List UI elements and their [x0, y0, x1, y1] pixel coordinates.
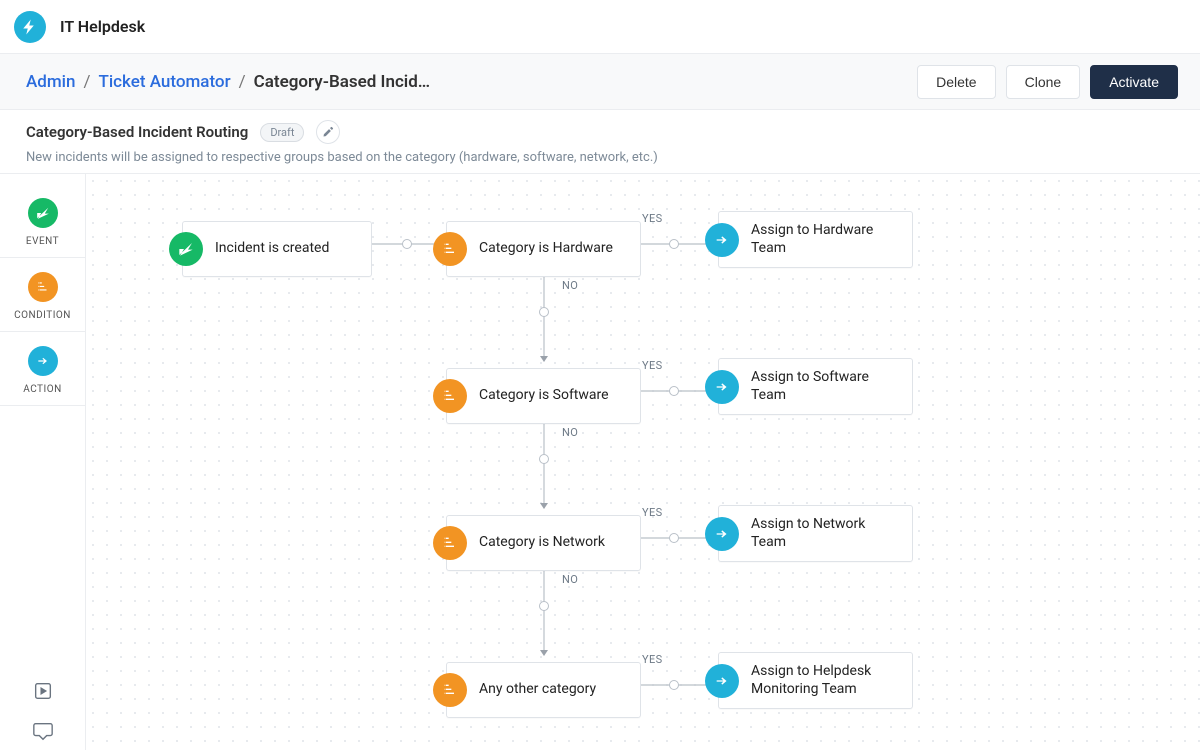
node-action-monitoring-team[interactable]: Assign to Helpdesk Monitoring Team: [718, 652, 913, 709]
node-condition-other[interactable]: Any other category: [446, 662, 641, 718]
node-label: Any other category: [479, 681, 596, 699]
action-icon: [705, 223, 739, 257]
palette-condition-label: CONDITION: [0, 310, 85, 321]
topbar: IT Helpdesk: [0, 0, 1200, 54]
node-label: Assign to Hardware Team: [751, 222, 898, 257]
node-condition-software[interactable]: Category is Software: [446, 368, 641, 424]
palette-action-label: ACTION: [0, 384, 85, 395]
connector-port[interactable]: [669, 239, 679, 249]
breadcrumb-current: Category-Based Incid…: [254, 72, 431, 92]
main: EVENT CONDITION ACTION: [0, 174, 1200, 750]
node-action-network-team[interactable]: Assign to Network Team: [718, 505, 913, 562]
palette-action[interactable]: ACTION: [0, 332, 85, 406]
edge-label-yes: YES: [642, 506, 663, 519]
play-square-icon: [32, 680, 54, 702]
breadcrumb-sep: /: [83, 72, 90, 92]
action-icon: [705, 664, 739, 698]
delete-button[interactable]: Delete: [917, 65, 995, 99]
node-label: Incident is created: [215, 240, 329, 258]
breadcrumb-automator[interactable]: Ticket Automator: [98, 72, 230, 92]
workflow-description: New incidents will be assigned to respec…: [26, 150, 1174, 165]
node-label: Category is Software: [479, 387, 609, 405]
header-actions: Delete Clone Activate: [917, 65, 1178, 99]
breadcrumb-sep: /: [239, 72, 246, 92]
node-label: Category is Network: [479, 534, 605, 552]
edge-label-yes: YES: [642, 212, 663, 225]
palette: EVENT CONDITION ACTION: [0, 174, 86, 750]
edge-label-yes: YES: [642, 653, 663, 666]
subheader: Admin / Ticket Automator / Category-Base…: [0, 54, 1200, 110]
connector-port[interactable]: [402, 239, 412, 249]
node-event-start[interactable]: Incident is created: [182, 221, 372, 277]
palette-condition[interactable]: CONDITION: [0, 258, 85, 332]
connector-port[interactable]: [669, 386, 679, 396]
node-label: Assign to Network Team: [751, 516, 898, 551]
status-badge: Draft: [260, 123, 304, 142]
connector-port[interactable]: [539, 307, 549, 317]
edge-label-no: NO: [562, 573, 578, 586]
arrowhead-icon: [540, 356, 548, 366]
sidebar-utilities: [0, 678, 86, 744]
activate-button[interactable]: Activate: [1090, 65, 1178, 99]
node-condition-hardware[interactable]: Category is Hardware: [446, 221, 641, 277]
condition-icon: [433, 232, 467, 266]
action-icon: [705, 370, 739, 404]
edit-title-button[interactable]: [316, 120, 340, 144]
breadcrumb-admin[interactable]: Admin: [26, 72, 75, 92]
feedback-button[interactable]: [30, 718, 56, 744]
condition-icon: [433, 673, 467, 707]
arrowhead-icon: [540, 503, 548, 513]
condition-icon: [433, 379, 467, 413]
connector-port[interactable]: [669, 533, 679, 543]
event-icon: [36, 206, 50, 220]
palette-event-label: EVENT: [0, 236, 85, 247]
node-condition-network[interactable]: Category is Network: [446, 515, 641, 571]
node-label: Category is Hardware: [479, 240, 613, 258]
play-tutorial-button[interactable]: [30, 678, 56, 704]
palette-event[interactable]: EVENT: [0, 184, 85, 258]
breadcrumb: Admin / Ticket Automator / Category-Base…: [26, 72, 430, 92]
chat-icon: [32, 720, 54, 742]
clone-button[interactable]: Clone: [1006, 65, 1081, 99]
canvas[interactable]: YES NO YES NO YES NO YES Incident is cre…: [86, 174, 1200, 750]
edge-label-no: NO: [562, 426, 578, 439]
action-icon: [705, 517, 739, 551]
bolt-icon: [21, 18, 39, 36]
app-logo: [14, 11, 46, 43]
app-title: IT Helpdesk: [60, 17, 145, 36]
node-label: Assign to Helpdesk Monitoring Team: [751, 663, 898, 698]
node-action-hardware-team[interactable]: Assign to Hardware Team: [718, 211, 913, 268]
workflow-title: Category-Based Incident Routing: [26, 123, 248, 141]
action-icon: [36, 354, 50, 368]
condition-icon: [433, 526, 467, 560]
edge-label-no: NO: [562, 279, 578, 292]
edge-label-yes: YES: [642, 359, 663, 372]
node-action-software-team[interactable]: Assign to Software Team: [718, 358, 913, 415]
title-strip: Category-Based Incident Routing Draft Ne…: [0, 110, 1200, 174]
node-label: Assign to Software Team: [751, 369, 898, 404]
connector-port[interactable]: [539, 454, 549, 464]
event-icon: [169, 232, 203, 266]
connector-port[interactable]: [539, 601, 549, 611]
condition-icon: [36, 280, 50, 294]
arrowhead-icon: [540, 650, 548, 660]
connector-port[interactable]: [669, 680, 679, 690]
pencil-icon: [322, 126, 334, 138]
